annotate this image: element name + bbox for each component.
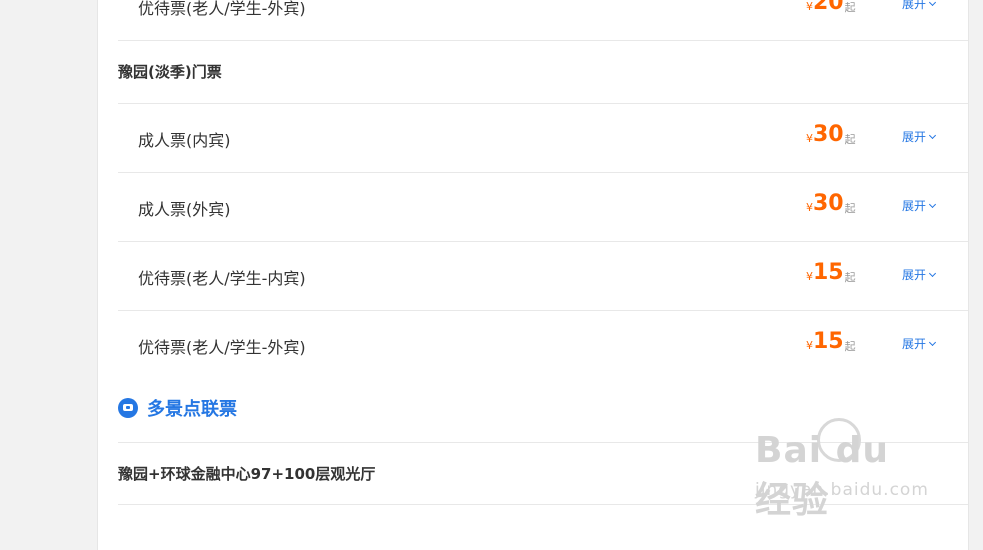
ticket-name: 优待票(老人/学生-内宾) xyxy=(138,269,306,288)
baidu-watermark: Bai du 经验 jingyan.baidu.com xyxy=(755,418,935,521)
expand-label: 展开 xyxy=(902,199,927,213)
ticket-name: 成人票(外宾) xyxy=(138,200,231,219)
ticket-row: 优待票(老人/学生-外宾) ¥15起 展开 xyxy=(118,311,968,380)
expand-label: 展开 xyxy=(902,268,927,282)
currency-symbol: ¥ xyxy=(806,270,813,283)
expand-button[interactable]: 展开 xyxy=(902,266,937,283)
expand-label: 展开 xyxy=(902,130,927,144)
ticket-price: ¥30起 xyxy=(806,122,856,147)
price-value: 15 xyxy=(813,260,844,285)
expand-button[interactable]: 展开 xyxy=(902,197,937,214)
chevron-down-icon xyxy=(928,338,937,347)
ticket-price: ¥30起 xyxy=(806,191,856,216)
price-suffix: 起 xyxy=(844,271,856,284)
ticket-row: 成人票(内宾) ¥30起 展开 xyxy=(118,104,968,173)
expand-label: 展开 xyxy=(902,337,927,351)
ticket-row: 优待票(老人/学生-内宾) ¥15起 展开 xyxy=(118,242,968,311)
watermark-sub: jingyan.baidu.com xyxy=(755,480,929,500)
expand-button[interactable]: 展开 xyxy=(902,335,937,352)
expand-button[interactable]: 展开 xyxy=(902,128,937,145)
price-suffix: 起 xyxy=(844,133,856,146)
expand-label: 展开 xyxy=(902,0,927,11)
ticket-price: ¥15起 xyxy=(806,260,856,285)
ticket-group-header: 豫园(淡季)门票 xyxy=(118,41,968,104)
watermark-main: Bai du 经验 xyxy=(755,430,890,521)
expand-button[interactable]: 展开 xyxy=(902,0,937,12)
price-value: 30 xyxy=(813,191,844,216)
ticket-name: 优待票(老人/学生-外宾) xyxy=(138,338,306,357)
ticket-price: ¥20起 xyxy=(806,0,856,15)
chevron-down-icon xyxy=(928,0,937,7)
currency-symbol: ¥ xyxy=(806,201,813,214)
ticket-price: ¥15起 xyxy=(806,329,856,354)
chevron-down-icon xyxy=(928,131,937,140)
chevron-down-icon xyxy=(928,269,937,278)
ticket-row: 成人票(外宾) ¥30起 展开 xyxy=(118,173,968,242)
price-value: 30 xyxy=(813,122,844,147)
chevron-down-icon xyxy=(928,200,937,209)
price-value: 15 xyxy=(813,329,844,354)
currency-symbol: ¥ xyxy=(806,0,813,13)
price-suffix: 起 xyxy=(844,202,856,215)
price-suffix: 起 xyxy=(844,340,856,353)
ticket-name: 成人票(内宾) xyxy=(138,131,231,150)
currency-symbol: ¥ xyxy=(806,339,813,352)
group-title: 豫园(淡季)门票 xyxy=(118,63,222,81)
price-suffix: 起 xyxy=(844,1,856,14)
ticket-row: 优待票(老人/学生-外宾) ¥20起 展开 xyxy=(118,0,968,41)
group-title: 豫园+环球金融中心97+100层观光厅 xyxy=(118,465,376,483)
currency-symbol: ¥ xyxy=(806,132,813,145)
ticket-name: 优待票(老人/学生-外宾) xyxy=(138,0,306,18)
price-value: 20 xyxy=(813,0,844,15)
